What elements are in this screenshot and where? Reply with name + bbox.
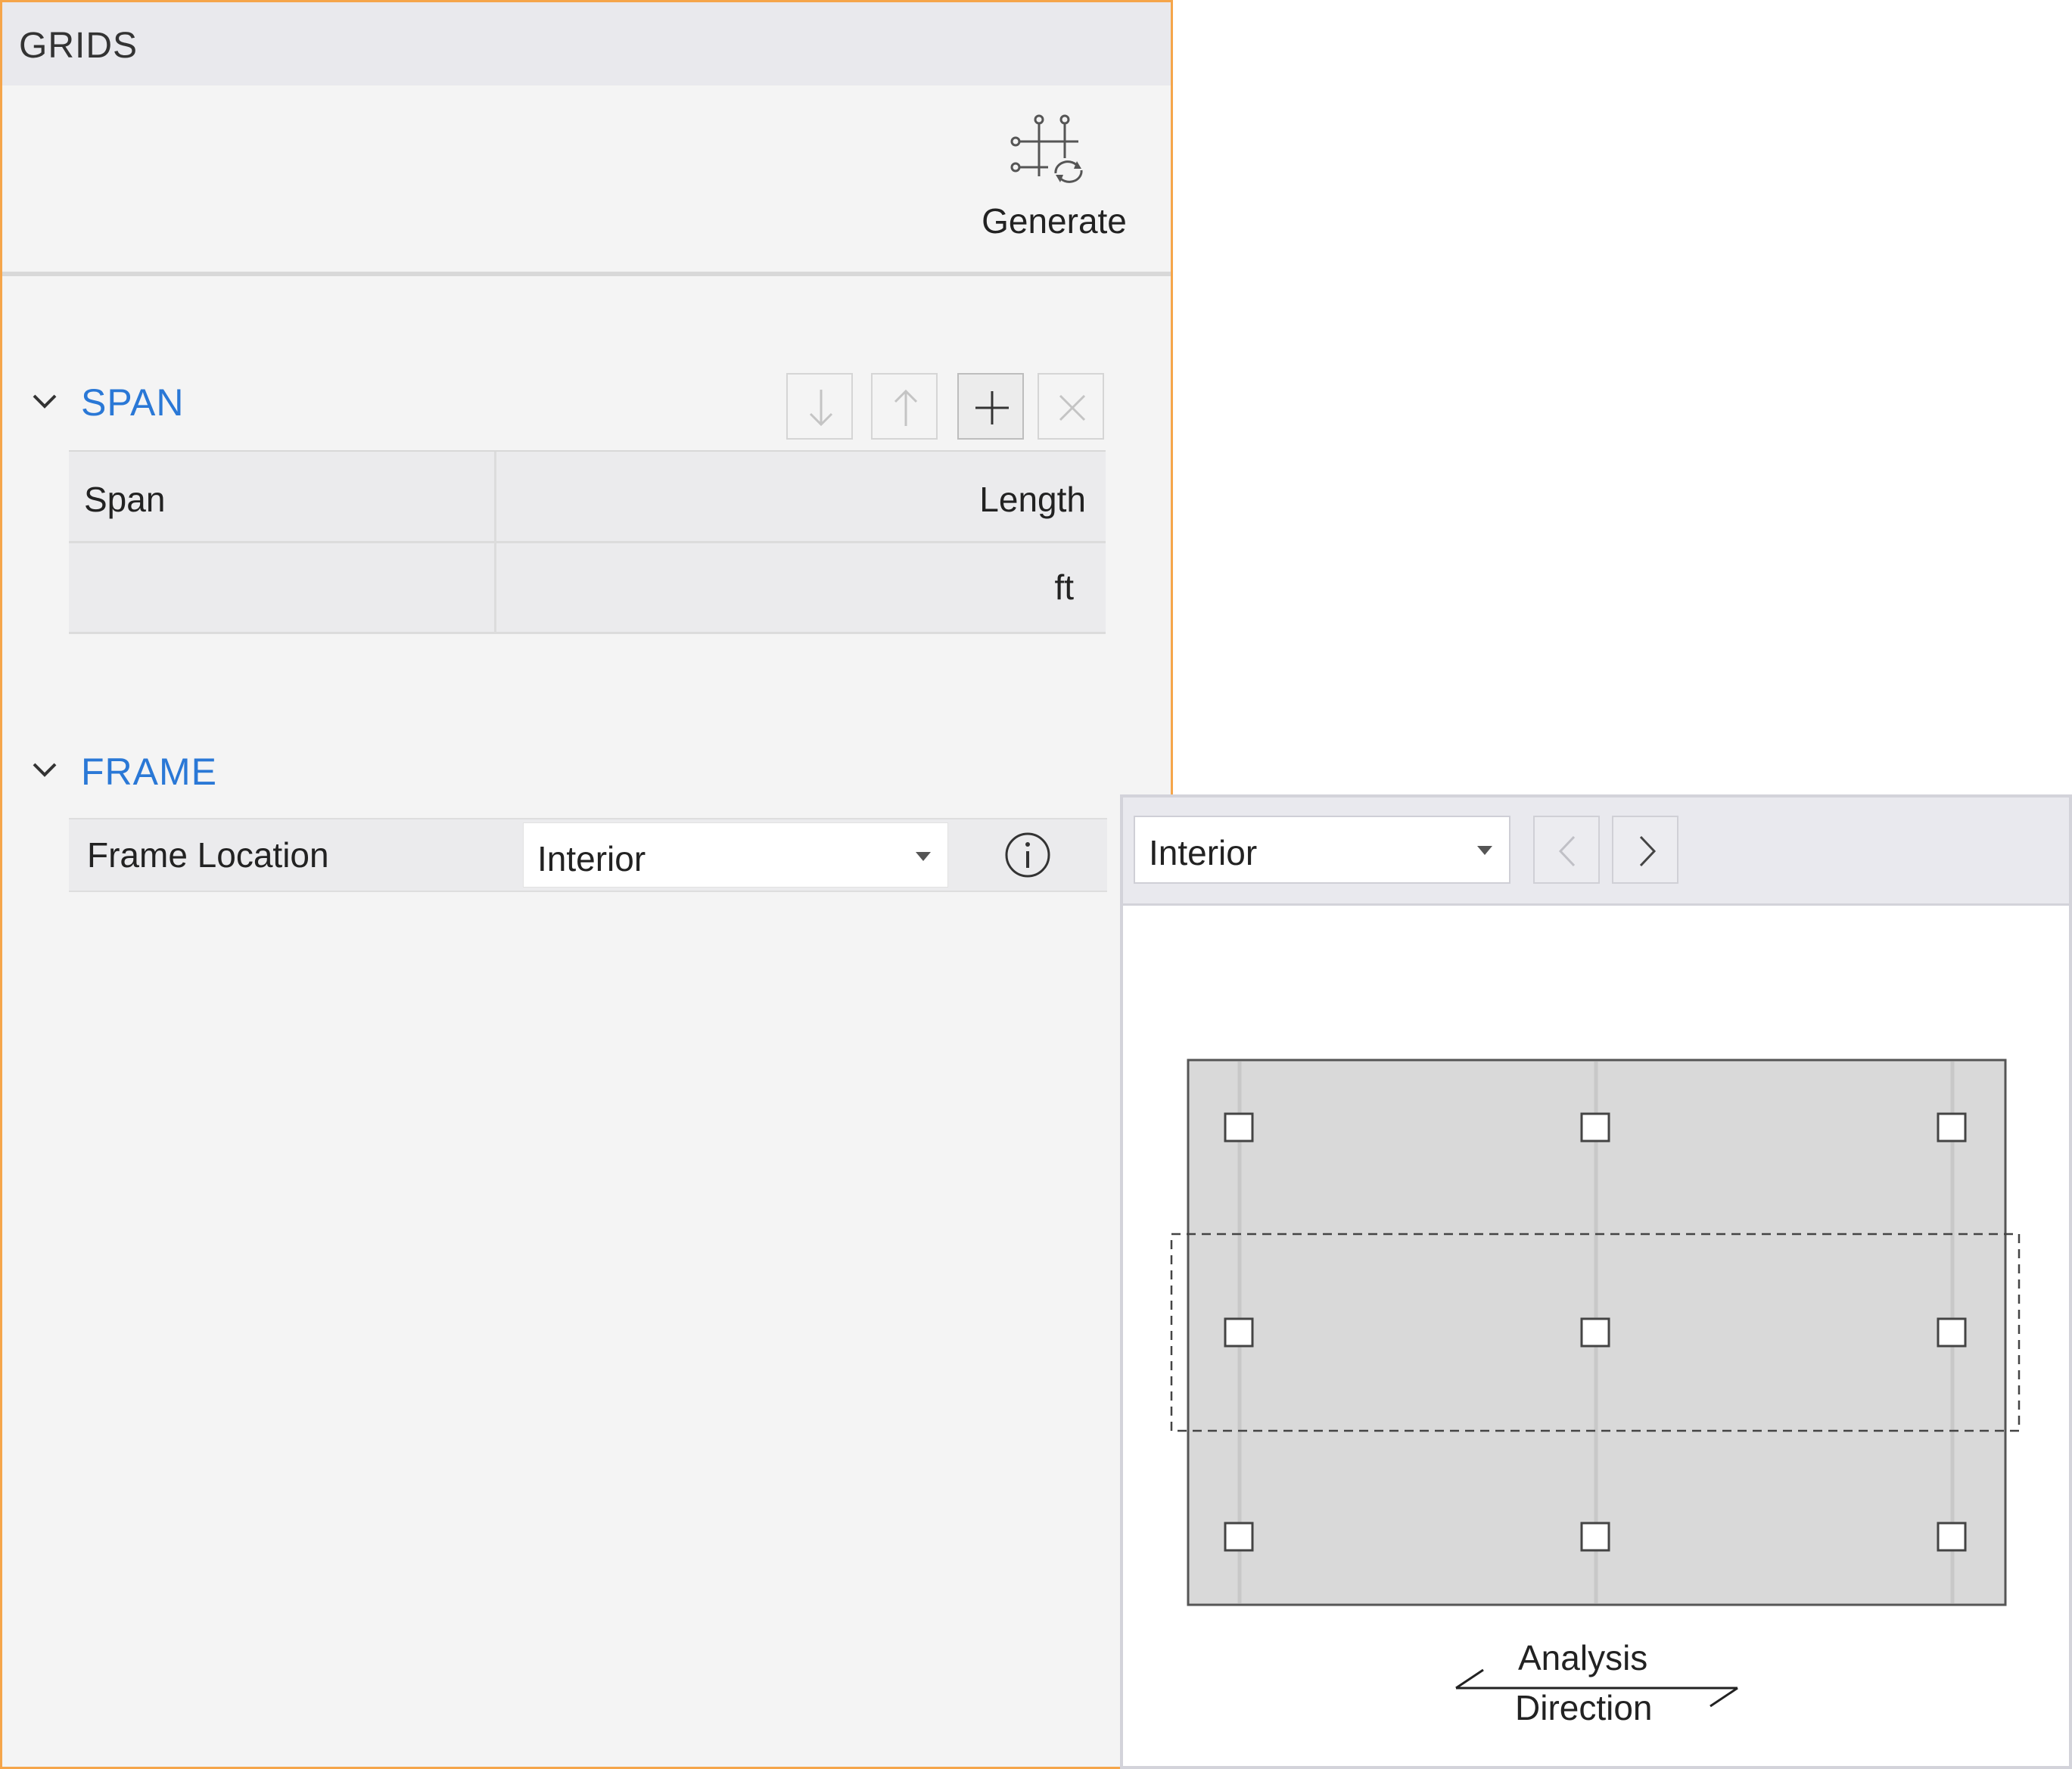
span-collapse-chevron-icon[interactable] [30, 387, 60, 417]
plus-icon [975, 391, 1009, 424]
generate-label: Generate [982, 201, 1127, 241]
column-marker [1580, 1317, 1610, 1348]
panel-title: GRIDS [19, 26, 138, 66]
panel-header: GRIDS [2, 2, 1171, 85]
analysis-label: Analysis [1518, 1638, 1648, 1677]
next-frame-button[interactable] [1612, 816, 1678, 884]
grid-generate-icon [1010, 114, 1083, 183]
length-unit: ft [1054, 567, 1074, 607]
frame-section-title: FRAME [81, 751, 217, 793]
column-marker [1937, 1112, 1967, 1143]
column-marker [1580, 1522, 1610, 1552]
chevron-left-icon [1558, 835, 1576, 867]
preview-frame-value: Interior [1149, 833, 1258, 872]
arrow-up-icon [894, 389, 918, 426]
span-section-title: SPAN [81, 381, 185, 424]
row-divider [69, 541, 1106, 543]
frame-location-label: Frame Location [87, 835, 329, 875]
frame-collapse-chevron-icon[interactable] [30, 755, 60, 785]
move-down-button[interactable] [786, 373, 853, 440]
toolbar-divider [2, 272, 1171, 276]
length-column-header: Length [979, 480, 1086, 519]
column-marker [1580, 1112, 1610, 1143]
chevron-right-icon [1639, 835, 1657, 867]
info-icon[interactable] [1001, 829, 1054, 881]
dropdown-arrow-icon [1477, 846, 1492, 855]
previous-frame-button[interactable] [1533, 816, 1600, 884]
direction-label: Direction [1515, 1688, 1653, 1727]
span-table: Span Length ft [69, 450, 1106, 634]
column-marker [1224, 1317, 1254, 1348]
delete-span-button[interactable] [1038, 373, 1104, 440]
frame-preview-popup: Interior Analysis Direction [1120, 794, 2072, 1769]
frame-location-value: Interior [537, 839, 646, 878]
close-icon [1059, 394, 1086, 421]
frame-location-row: Frame Location Interior [69, 818, 1107, 892]
generate-button[interactable]: Generate [963, 108, 1145, 252]
arrow-down-icon [809, 390, 833, 427]
frame-location-dropdown[interactable]: Interior [523, 822, 948, 888]
column-marker [1224, 1522, 1254, 1552]
preview-toolbar: Interior [1123, 797, 2069, 906]
preview-frame-dropdown[interactable]: Interior [1134, 816, 1510, 884]
grids-panel: GRIDS Generate SPAN Span Length ft FRAME… [0, 0, 1173, 1769]
dropdown-arrow-icon [916, 852, 931, 861]
column-marker [1224, 1112, 1254, 1143]
column-marker [1937, 1522, 1967, 1552]
add-span-button[interactable] [957, 373, 1024, 440]
span-column-header: Span [84, 480, 166, 519]
column-marker [1937, 1317, 1967, 1348]
move-up-button[interactable] [871, 373, 938, 440]
